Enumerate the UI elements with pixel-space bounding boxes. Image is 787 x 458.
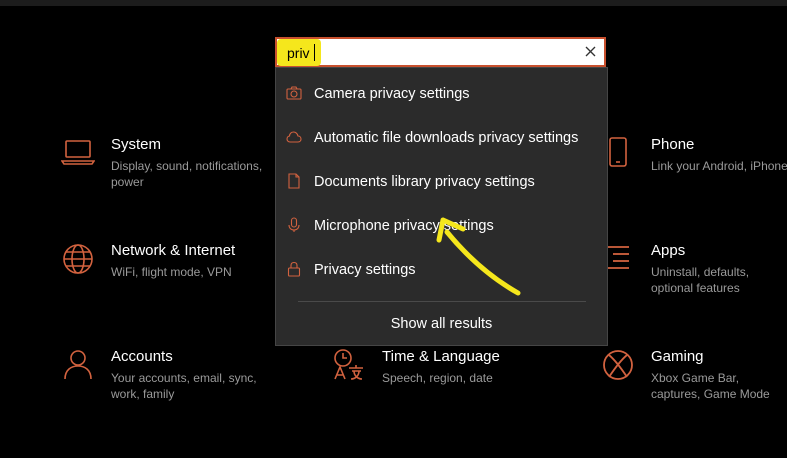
result-label: Automatic file downloads privacy setting… xyxy=(314,130,579,146)
divider xyxy=(298,301,586,302)
close-icon xyxy=(585,44,596,62)
tile-title: Apps xyxy=(651,242,686,259)
tile-partial xyxy=(111,452,171,458)
tile-description: Link your Android, iPhone xyxy=(651,159,787,173)
document-icon xyxy=(286,173,302,189)
tile-gaming[interactable]: Gaming Xbox Game Bar, captures, Game Mod… xyxy=(601,348,787,428)
result-label: Microphone privacy settings xyxy=(314,218,494,234)
tile-apps[interactable]: Apps Uninstall, defaults, optional featu… xyxy=(601,242,787,322)
result-microphone-privacy[interactable]: Microphone privacy settings xyxy=(276,203,607,247)
result-privacy-settings[interactable]: Privacy settings xyxy=(276,247,607,291)
tile-network[interactable]: Network & Internet WiFi, flight mode, VP… xyxy=(61,242,276,322)
settings-window: System Display, sound, notifications, po… xyxy=(0,0,787,458)
tile-description: Speech, region, date xyxy=(382,371,493,385)
tile-description: Display, sound, notifications, power xyxy=(111,159,263,189)
tile-time-language[interactable]: Time & Language Speech, region, date xyxy=(332,348,547,428)
laptop-icon xyxy=(61,136,95,170)
tile-description: WiFi, flight mode, VPN xyxy=(111,265,232,279)
time-language-icon xyxy=(332,348,366,382)
person-icon xyxy=(61,348,95,382)
tile-description: Xbox Game Bar, captures, Game Mode xyxy=(651,371,770,401)
globe-icon xyxy=(61,242,95,276)
result-camera-privacy[interactable]: Camera privacy settings xyxy=(276,71,607,115)
tile-system[interactable]: System Display, sound, notifications, po… xyxy=(61,136,276,216)
tile-title: Accounts xyxy=(111,348,173,365)
result-label: Documents library privacy settings xyxy=(314,174,535,190)
result-documents-library[interactable]: Documents library privacy settings xyxy=(276,159,607,203)
tile-title: Gaming xyxy=(651,348,704,365)
text-caret xyxy=(314,44,315,61)
tile-title: System xyxy=(111,136,162,153)
search-input[interactable] xyxy=(281,42,581,64)
tile-title: Time & Language xyxy=(382,348,500,365)
tile-description: Uninstall, defaults, optional features xyxy=(651,265,750,295)
tile-title: Network & Internet xyxy=(111,242,236,259)
result-automatic-downloads[interactable]: Automatic file downloads privacy setting… xyxy=(276,115,607,159)
xbox-icon xyxy=(601,348,635,382)
lock-icon xyxy=(286,261,302,277)
tile-title: Phone xyxy=(651,136,695,153)
title-bar xyxy=(0,0,787,6)
microphone-icon xyxy=(286,217,302,233)
search-box[interactable] xyxy=(275,37,606,67)
show-all-results-link[interactable]: Show all results xyxy=(276,308,607,340)
search-suggestions: Camera privacy settings Automatic file d… xyxy=(275,67,608,346)
tile-accounts[interactable]: Accounts Your accounts, email, sync, wor… xyxy=(61,348,276,428)
result-label: Privacy settings xyxy=(314,262,416,278)
cloud-icon xyxy=(286,129,302,145)
result-label: Camera privacy settings xyxy=(314,86,470,102)
tile-description: Your accounts, email, sync, work, family xyxy=(111,371,257,401)
clear-search-button[interactable] xyxy=(580,43,600,63)
camera-icon xyxy=(286,85,302,101)
tile-phone[interactable]: Phone Link your Android, iPhone xyxy=(601,136,787,216)
